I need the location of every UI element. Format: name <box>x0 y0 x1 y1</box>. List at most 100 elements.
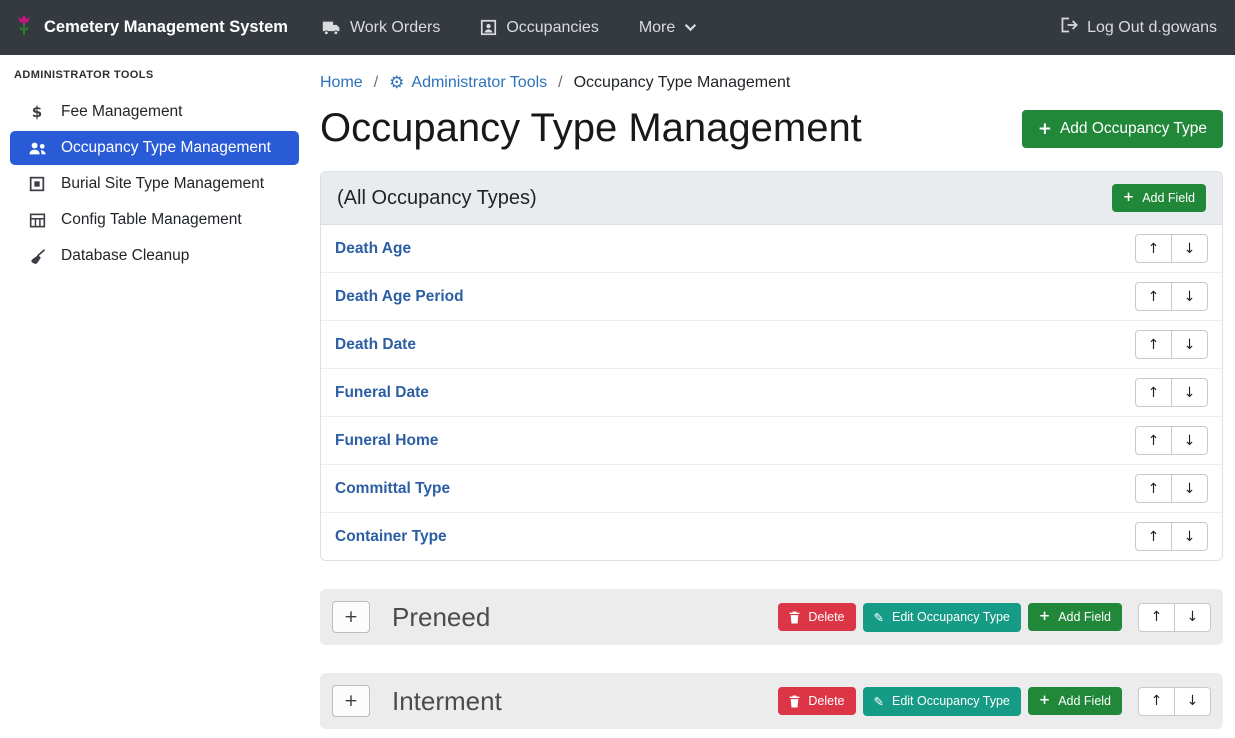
users-icon <box>26 141 48 156</box>
expand-button[interactable]: + <box>332 601 370 633</box>
move-down-button[interactable]: ↓ <box>1171 330 1208 359</box>
move-up-button[interactable]: ↑ <box>1135 282 1172 311</box>
logout-button[interactable]: Log Out d.gowans <box>1060 17 1217 38</box>
nav-more[interactable]: More <box>639 19 697 37</box>
top-navbar: Cemetery Management System Work Orders <box>0 0 1235 55</box>
sidebar-item-occupancy-type-management[interactable]: Occupancy Type Management <box>10 131 299 165</box>
logout-icon <box>1060 17 1078 38</box>
trash-icon <box>789 695 800 708</box>
field-link-death-age[interactable]: Death Age <box>335 240 411 258</box>
field-link-funeral-date[interactable]: Funeral Date <box>335 384 429 402</box>
arrow-up-icon: ↑ <box>1148 529 1160 545</box>
sidebar-item-burial-site-type-management[interactable]: Burial Site Type Management <box>10 167 299 201</box>
arrow-up-icon: ↑ <box>1151 609 1163 625</box>
sidebar-item-label: Config Table Management <box>61 211 242 229</box>
move-down-button[interactable]: ↓ <box>1171 234 1208 263</box>
type-actions: Delete ✎ Edit Occupancy Type + Add Field… <box>778 603 1211 632</box>
add-occupancy-type-button[interactable]: + Add Occupancy Type <box>1022 110 1223 148</box>
arrow-down-icon: ↓ <box>1184 529 1196 545</box>
move-down-button[interactable]: ↓ <box>1171 426 1208 455</box>
delete-button[interactable]: Delete <box>778 687 855 715</box>
field-row: Committal Type ↑ ↓ <box>321 465 1222 513</box>
move-down-button[interactable]: ↓ <box>1171 282 1208 311</box>
nav-occupancies[interactable]: Occupancies <box>480 19 599 37</box>
move-up-button[interactable]: ↑ <box>1135 522 1172 551</box>
arrow-up-icon: ↑ <box>1148 289 1160 305</box>
edit-occupancy-type-button[interactable]: ✎ Edit Occupancy Type <box>863 603 1021 632</box>
app-brand[interactable]: Cemetery Management System <box>14 10 288 45</box>
plus-icon: + <box>344 607 358 627</box>
breadcrumb-administrator-tools-label: Administrator Tools <box>411 74 547 92</box>
arrow-up-icon: ↑ <box>1148 337 1160 353</box>
breadcrumb: Home / ⚙ Administrator Tools / Occupancy… <box>320 73 1223 93</box>
type-actions: Delete ✎ Edit Occupancy Type + Add Field… <box>778 687 1211 716</box>
logout-label: Log Out d.gowans <box>1087 19 1217 37</box>
sidebar-item-config-table-management[interactable]: Config Table Management <box>10 203 299 237</box>
field-link-container-type[interactable]: Container Type <box>335 528 447 546</box>
field-row: Death Age ↑ ↓ <box>321 225 1222 273</box>
sidebar-item-fee-management[interactable]: $ Fee Management <box>10 95 299 129</box>
plus-icon: + <box>1038 120 1052 137</box>
move-up-button[interactable]: ↑ <box>1138 687 1175 716</box>
field-row: Funeral Date ↑ ↓ <box>321 369 1222 417</box>
reorder-buttons: ↑ ↓ <box>1138 603 1211 632</box>
arrow-up-icon: ↑ <box>1148 433 1160 449</box>
move-down-button[interactable]: ↓ <box>1174 603 1211 632</box>
reorder-buttons: ↑ ↓ <box>1135 522 1208 551</box>
breadcrumb-separator: / <box>558 74 562 92</box>
field-link-committal-type[interactable]: Committal Type <box>335 480 450 498</box>
move-up-button[interactable]: ↑ <box>1135 234 1172 263</box>
main-content: Home / ⚙ Administrator Tools / Occupancy… <box>308 55 1235 738</box>
breadcrumb-home[interactable]: Home <box>320 74 363 92</box>
reorder-buttons: ↑ ↓ <box>1135 234 1208 263</box>
reorder-buttons: ↑ ↓ <box>1135 426 1208 455</box>
gear-icon: ⚙ <box>389 73 404 93</box>
arrow-down-icon: ↓ <box>1184 241 1196 257</box>
field-row: Container Type ↑ ↓ <box>321 513 1222 560</box>
breadcrumb-administrator-tools[interactable]: ⚙ Administrator Tools <box>389 73 547 93</box>
add-field-button[interactable]: + Add Field <box>1028 603 1122 631</box>
move-down-button[interactable]: ↓ <box>1171 378 1208 407</box>
field-link-funeral-home[interactable]: Funeral Home <box>335 432 438 450</box>
reorder-buttons: ↑ ↓ <box>1138 687 1211 716</box>
edit-occupancy-type-button[interactable]: ✎ Edit Occupancy Type <box>863 687 1021 716</box>
page-title: Occupancy Type Management <box>320 106 862 151</box>
reorder-buttons: ↑ ↓ <box>1135 282 1208 311</box>
field-link-death-date[interactable]: Death Date <box>335 336 416 354</box>
field-row: Death Date ↑ ↓ <box>321 321 1222 369</box>
expand-button[interactable]: + <box>332 685 370 717</box>
move-up-button[interactable]: ↑ <box>1135 330 1172 359</box>
nav-work-orders[interactable]: Work Orders <box>322 19 440 37</box>
plus-icon: + <box>1039 694 1050 708</box>
nav-links: Work Orders Occupancies More <box>322 19 697 37</box>
move-up-button[interactable]: ↑ <box>1135 426 1172 455</box>
frame-icon <box>26 176 48 192</box>
breadcrumb-current: Occupancy Type Management <box>574 74 791 92</box>
field-link-death-age-period[interactable]: Death Age Period <box>335 288 464 306</box>
move-down-button[interactable]: ↓ <box>1174 687 1211 716</box>
arrow-down-icon: ↓ <box>1187 609 1199 625</box>
nav-more-label: More <box>639 19 675 37</box>
trash-icon <box>789 611 800 624</box>
move-up-button[interactable]: ↑ <box>1135 378 1172 407</box>
breadcrumb-separator: / <box>374 74 378 92</box>
broom-icon <box>26 249 48 264</box>
move-down-button[interactable]: ↓ <box>1171 522 1208 551</box>
add-field-button[interactable]: + Add Field <box>1112 184 1206 212</box>
field-row: Funeral Home ↑ ↓ <box>321 417 1222 465</box>
move-up-button[interactable]: ↑ <box>1138 603 1175 632</box>
sidebar-item-database-cleanup[interactable]: Database Cleanup <box>10 239 299 273</box>
move-up-button[interactable]: ↑ <box>1135 474 1172 503</box>
card-title: (All Occupancy Types) <box>337 187 537 210</box>
delete-button[interactable]: Delete <box>778 603 855 631</box>
occupancy-type-name: Preneed <box>392 602 490 633</box>
nav-work-orders-label: Work Orders <box>350 19 440 37</box>
reorder-buttons: ↑ ↓ <box>1135 378 1208 407</box>
add-field-button[interactable]: + Add Field <box>1028 687 1122 715</box>
field-row: Death Age Period ↑ ↓ <box>321 273 1222 321</box>
sidebar-item-label: Database Cleanup <box>61 247 189 265</box>
arrow-down-icon: ↓ <box>1187 693 1199 709</box>
all-occupancy-types-header: (All Occupancy Types) + Add Field <box>321 172 1222 225</box>
move-down-button[interactable]: ↓ <box>1171 474 1208 503</box>
arrow-down-icon: ↓ <box>1184 289 1196 305</box>
